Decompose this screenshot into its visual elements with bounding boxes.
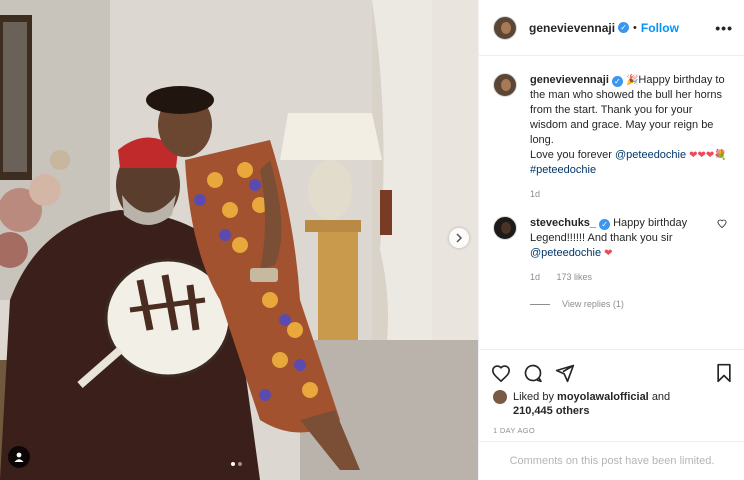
view-replies-button[interactable]: View replies (1) bbox=[530, 299, 731, 309]
chevron-right-icon bbox=[456, 233, 463, 243]
follow-button[interactable]: Follow bbox=[641, 21, 679, 35]
liked-count-link[interactable]: 210,445 others bbox=[513, 405, 589, 417]
caption: genevievennaji ✓ 🎉Happy birthday to the m… bbox=[493, 73, 731, 202]
carousel-dots bbox=[231, 462, 242, 466]
more-options-button[interactable]: ••• bbox=[715, 20, 733, 36]
comment-username[interactable]: stevechuks_ bbox=[530, 217, 596, 229]
caption-emoji-end: ❤❤❤💐 bbox=[689, 150, 727, 161]
avatar[interactable] bbox=[493, 15, 517, 40]
replies-divider bbox=[530, 303, 550, 305]
like-heart-icon[interactable] bbox=[491, 364, 511, 382]
header-separator: • bbox=[633, 21, 637, 34]
caption-emoji-start: 🎉 bbox=[625, 75, 639, 86]
comment-mention-link[interactable]: @peteedochie bbox=[530, 247, 601, 259]
instagram-post-modal: genevievennaji ✓ • Follow ••• genevieven… bbox=[0, 0, 744, 480]
comment-meta: 1d 173 likes bbox=[530, 270, 710, 285]
view-replies-label: View replies (1) bbox=[562, 299, 624, 309]
caption-mention-link[interactable]: @peteedochie bbox=[615, 149, 686, 161]
carousel-dot bbox=[238, 462, 242, 466]
share-send-icon[interactable] bbox=[555, 363, 575, 383]
caption-meta: 1d bbox=[530, 187, 730, 202]
post-header: genevievennaji ✓ • Follow ••• bbox=[479, 0, 744, 56]
comment-item: stevechuks_ ✓ Happy birthday Legend!!!!!!… bbox=[493, 216, 731, 285]
comment-like-heart-icon[interactable] bbox=[717, 219, 727, 228]
avatar[interactable] bbox=[493, 216, 517, 240]
action-icons bbox=[479, 350, 744, 388]
verified-badge-icon: ✓ bbox=[599, 219, 611, 230]
post-photo[interactable] bbox=[0, 0, 478, 480]
liked-by-text: Liked by moyolawalofficial and 210,445 o… bbox=[513, 390, 670, 418]
comment-emoji: ❤ bbox=[604, 248, 613, 259]
carousel-dot-active bbox=[231, 462, 235, 466]
comments-list[interactable]: genevievennaji ✓ 🎉Happy birthday to the m… bbox=[479, 57, 744, 349]
post-time-ago[interactable]: 1 DAY AGO bbox=[479, 418, 744, 435]
comment-age[interactable]: 1d bbox=[530, 272, 540, 282]
liked-by-user-link[interactable]: moyolawalofficial bbox=[557, 391, 649, 403]
person-icon bbox=[14, 452, 24, 462]
liker-avatar[interactable] bbox=[493, 390, 507, 404]
avatar[interactable] bbox=[493, 73, 517, 97]
caption-username[interactable]: genevievennaji bbox=[530, 74, 609, 86]
verified-badge-icon: ✓ bbox=[611, 76, 623, 87]
comment-bubble-icon[interactable] bbox=[523, 363, 543, 383]
save-bookmark-icon[interactable] bbox=[715, 363, 733, 383]
caption-hashtag-link[interactable]: #peteedochie bbox=[530, 164, 596, 176]
post-side-panel: genevievennaji ✓ • Follow ••• genevieven… bbox=[478, 0, 744, 480]
caption-age[interactable]: 1d bbox=[530, 189, 540, 199]
comments-limited-notice: Comments on this post have been limited. bbox=[479, 441, 744, 480]
header-username[interactable]: genevievennaji bbox=[529, 21, 615, 35]
liked-by: Liked by moyolawalofficial and 210,445 o… bbox=[479, 388, 744, 418]
verified-badge-icon: ✓ bbox=[618, 22, 630, 33]
comment-likes[interactable]: 173 likes bbox=[557, 272, 593, 282]
caption-text-2: Love you forever bbox=[530, 149, 612, 161]
tagged-users-button[interactable] bbox=[8, 446, 30, 468]
photo-illustration bbox=[0, 0, 478, 480]
next-image-button[interactable] bbox=[449, 228, 469, 248]
liked-by-suffix: and bbox=[651, 391, 671, 403]
liked-by-prefix: Liked by bbox=[513, 391, 554, 403]
